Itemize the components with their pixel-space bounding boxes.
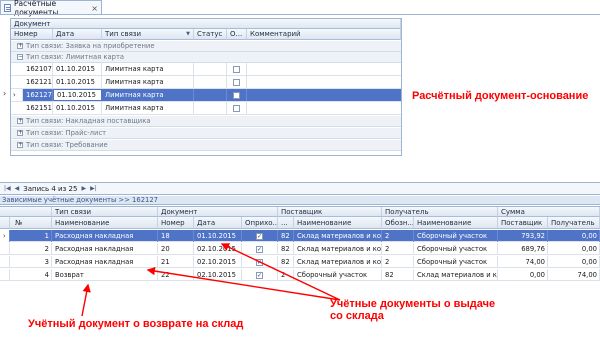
arrow-to-row4 [81,283,91,317]
annotation-arrows [81,243,341,317]
arrow-to-row2 [220,243,341,301]
arrow-to-row3 [146,266,341,301]
annotation-issue-docs: Учётные документы о выдаче со склада [330,298,496,322]
annotation-return-doc: Учётный документ о возврате на склад [28,318,244,330]
